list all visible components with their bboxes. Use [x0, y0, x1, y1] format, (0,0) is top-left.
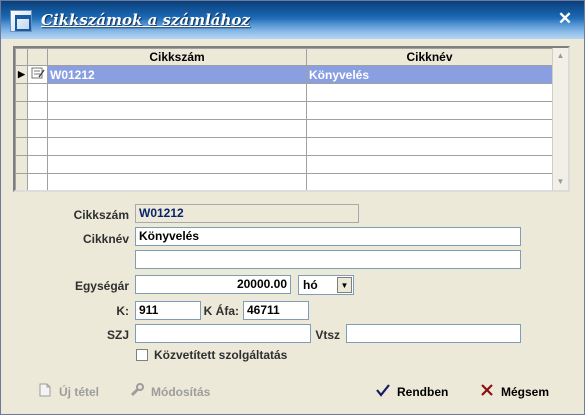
modositas-label: Módosítás	[151, 384, 211, 399]
grid-header-indicator	[15, 48, 28, 66]
edit-record-icon	[27, 65, 48, 84]
egysegar-label: Egységár	[74, 279, 129, 293]
cikkszam-field: W01212	[135, 204, 359, 223]
grid-cell-cikknev[interactable]	[306, 101, 553, 120]
wrench-icon	[129, 383, 145, 400]
kozvetitett-label: Közvetített szolgáltatás	[154, 348, 288, 362]
row-indicator	[15, 173, 28, 190]
unit-select[interactable]: hó ▼	[298, 275, 354, 295]
row-icon-cell	[27, 119, 48, 138]
grid-cell-cikknev[interactable]	[306, 173, 553, 190]
row-indicator	[15, 137, 28, 156]
new-document-icon	[37, 383, 53, 400]
rendben-button[interactable]: Rendben	[375, 383, 448, 400]
grid-cell-cikknev[interactable]	[306, 119, 553, 138]
row-indicator	[15, 101, 28, 120]
row-indicator	[15, 83, 28, 102]
chevron-down-icon[interactable]: ▼	[337, 277, 352, 293]
table-row[interactable]	[15, 83, 553, 102]
table-row[interactable]: ▶ W01212 Könyvelés	[15, 65, 553, 84]
row-icon-cell	[27, 155, 48, 174]
column-header-cikkszam[interactable]: Cikkszám	[47, 48, 307, 66]
cikknev-second-line-field[interactable]	[135, 250, 521, 269]
close-button[interactable]: ✕	[556, 10, 574, 28]
vtsz-field[interactable]	[346, 324, 521, 343]
row-icon-cell	[27, 173, 48, 190]
table-row[interactable]	[15, 119, 553, 138]
window-icon	[10, 10, 32, 32]
dialog-window: Cikkszámok a számlához ✕ Cikkszám Cikkné…	[0, 0, 585, 415]
modositas-button[interactable]: Módosítás	[129, 383, 210, 400]
cikknev-label: Cikknév	[82, 232, 129, 246]
grid-cell-cikknev[interactable]	[306, 83, 553, 102]
window-title: Cikkszámok a számlához	[41, 11, 250, 29]
kafa-field[interactable]: 46711	[243, 301, 309, 320]
row-indicator-arrow-icon: ▶	[15, 65, 28, 84]
table-row[interactable]	[15, 101, 553, 120]
kafa-label: K Áfa:	[203, 304, 239, 318]
row-icon-cell	[27, 137, 48, 156]
items-table: Cikkszám Cikknév ▶ W01212 Könyvelés	[15, 48, 553, 190]
row-indicator	[15, 119, 28, 138]
unit-select-value: hó	[303, 278, 318, 292]
grid-cell-cikkszam[interactable]: W01212	[47, 65, 307, 84]
grid-cell-cikkszam[interactable]	[47, 137, 307, 156]
scroll-down-arrow-icon[interactable]: ▼	[553, 174, 568, 190]
vtsz-label: Vtsz	[315, 328, 340, 342]
items-grid[interactable]: Cikkszám Cikknév ▶ W01212 Könyvelés ▲ ▼	[13, 46, 570, 192]
table-row[interactable]	[15, 155, 553, 174]
title-bar[interactable]: Cikkszámok a számlához ✕	[1, 1, 584, 39]
egysegar-field[interactable]: 20000.00	[135, 275, 291, 294]
grid-cell-cikkszam[interactable]	[47, 155, 307, 174]
szj-label: SZJ	[106, 328, 129, 342]
grid-cell-cikkszam[interactable]	[47, 101, 307, 120]
table-row[interactable]	[15, 137, 553, 156]
megsem-button[interactable]: Mégsem	[479, 383, 549, 400]
row-indicator	[15, 155, 28, 174]
rendben-label: Rendben	[397, 384, 449, 399]
row-icon-cell	[27, 83, 48, 102]
grid-cell-cikknev[interactable]: Könyvelés	[306, 65, 553, 84]
grid-cell-cikkszam[interactable]	[47, 119, 307, 138]
cikkszam-label: Cikkszám	[73, 208, 129, 222]
kozvetitett-checkbox[interactable]	[136, 349, 148, 361]
megsem-label: Mégsem	[501, 384, 550, 399]
grid-cell-cikknev[interactable]	[306, 155, 553, 174]
grid-cell-cikkszam[interactable]	[47, 83, 307, 102]
table-row[interactable]	[15, 173, 553, 190]
checkmark-icon	[375, 383, 391, 400]
grid-cell-cikkszam[interactable]	[47, 173, 307, 190]
grid-header-icon	[27, 48, 48, 66]
cikknev-field[interactable]: Könyvelés	[135, 227, 521, 246]
k-field[interactable]: 911	[135, 301, 201, 320]
uj-tetel-label: Új tétel	[59, 384, 100, 399]
uj-tetel-button[interactable]: Új tétel	[37, 383, 99, 400]
column-header-cikknev[interactable]: Cikknév	[306, 48, 553, 66]
szj-field[interactable]	[135, 324, 311, 343]
row-icon-cell	[27, 101, 48, 120]
grid-cell-cikknev[interactable]	[306, 137, 553, 156]
grid-header-row: Cikkszám Cikknév	[15, 48, 553, 66]
x-icon	[479, 383, 495, 400]
grid-vertical-scrollbar[interactable]: ▲ ▼	[552, 48, 568, 190]
scroll-up-arrow-icon[interactable]: ▲	[553, 48, 568, 64]
k-label: K:	[116, 304, 129, 318]
